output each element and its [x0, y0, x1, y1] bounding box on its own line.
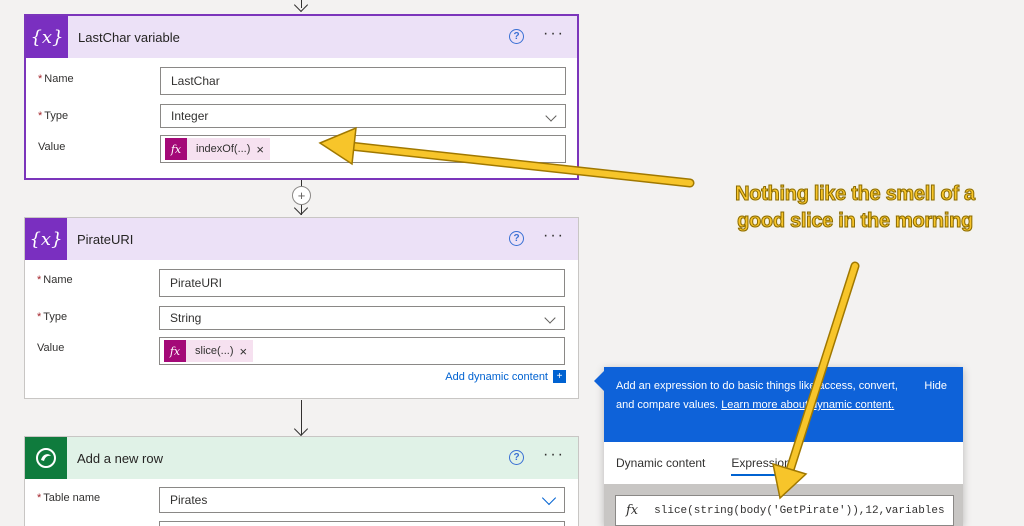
callout-line-2: good slice in the morning: [737, 210, 974, 233]
annotation-arrows: [318, 126, 860, 500]
annotation-callout: Nothing like the smell of a good slice i…: [700, 181, 1010, 235]
callout-line-1: Nothing like the smell of a: [735, 183, 976, 206]
annotation-arrow-to-indexof: [318, 126, 695, 188]
annotation-arrow-to-expression: [772, 261, 860, 500]
